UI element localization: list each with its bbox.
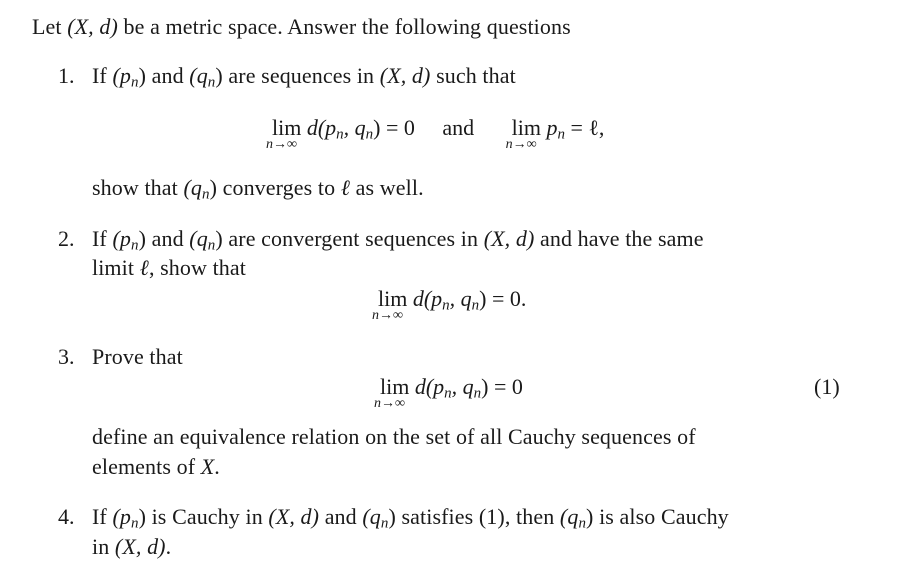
text: show that — [92, 175, 184, 200]
question-4-line-2: in (X, d). — [92, 534, 171, 560]
subscript: n — [336, 126, 344, 143]
subscript: n — [130, 515, 139, 532]
sequence-p: (p — [112, 226, 131, 251]
question-number: 1. — [58, 63, 75, 88]
metric-space-symbol: (X, d) — [379, 63, 431, 88]
subscript: n — [201, 186, 210, 203]
math: ) = 0. — [479, 286, 527, 311]
subscript: n — [130, 237, 139, 254]
text: elements of — [92, 454, 201, 479]
question-number: 4. — [58, 504, 75, 529]
question-3-line-3: elements of X. — [92, 454, 220, 480]
text: . — [165, 534, 172, 559]
equation-label: (1) — [814, 374, 840, 399]
math: ) = 0 — [481, 374, 523, 399]
text: and — [146, 226, 190, 251]
question-1-line-1: If (pn) and (qn) are sequences in (X, d)… — [92, 63, 516, 91]
question-number: 3. — [58, 344, 75, 369]
display-equation: lim n→∞ d(pn, qn) = 0. — [372, 286, 527, 323]
question-3-line-2: define an equivalence relation on the se… — [92, 424, 696, 449]
text: is Cauchy in — [146, 504, 269, 529]
intro-text: Let — [32, 14, 68, 39]
paren: ) — [138, 226, 146, 251]
paren: ) — [215, 226, 223, 251]
question-number: 2. — [58, 226, 75, 251]
text: is also Cauchy — [593, 504, 729, 529]
text: If — [92, 226, 113, 251]
metric-space-symbol: (X, d) — [483, 226, 535, 251]
limit-symbol: ℓ — [340, 175, 351, 200]
sequence-p: (p — [112, 504, 131, 529]
metric-space-symbol: (X, d) — [114, 534, 166, 559]
limit-subscript: n→∞ — [266, 137, 297, 152]
display-equation: lim n→∞ d(pn, qn) = 0 — [374, 374, 523, 411]
metric-space-symbol: (X, d) — [268, 504, 320, 529]
sequence-q: (q — [362, 504, 381, 529]
paren: ) — [138, 504, 146, 529]
math: , q — [449, 286, 472, 311]
math: p — [546, 115, 558, 140]
sequence-q: (q — [189, 63, 208, 88]
question-4-line-1: If (pn) is Cauchy in (X, d) and (qn) sat… — [92, 504, 729, 532]
text: If — [92, 63, 113, 88]
paren: ) — [138, 63, 146, 88]
text: satisfies (1), then — [395, 504, 560, 529]
connector-text: and — [442, 115, 475, 140]
math: ) = 0 — [373, 115, 415, 140]
limit-subscript: n→∞ — [374, 396, 405, 411]
question-2-line-1: If (pn) and (qn) are convergent sequence… — [92, 226, 704, 254]
limit-operator: lim n→∞ — [372, 286, 407, 323]
intro-line: Let (X, d) be a metric space. Answer the… — [32, 14, 571, 40]
text: as well. — [350, 175, 424, 200]
math: d(p — [412, 286, 443, 311]
sequence-q: (q — [183, 175, 202, 200]
intro-text: be a metric space. Answer the following … — [117, 14, 571, 39]
text: . — [214, 454, 220, 479]
math: d(p — [414, 374, 445, 399]
paren: ) — [209, 175, 217, 200]
text: are convergent sequences in — [222, 226, 484, 251]
math: d(p — [306, 115, 337, 140]
limit-operator: lim n→∞ — [506, 115, 541, 152]
metric-space-symbol: (X, d) — [67, 14, 118, 39]
display-equation: lim n→∞ d(pn, qn) = 0 and lim n→∞ pn = ℓ, — [266, 115, 605, 152]
question-3-line-1: Prove that — [92, 344, 183, 369]
question-1-line-2: show that (qn) converges to ℓ as well. — [92, 175, 424, 203]
text: are sequences in — [222, 63, 380, 88]
text: If — [92, 504, 113, 529]
math: = ℓ, — [564, 115, 605, 140]
subscript: n — [557, 126, 565, 143]
limit-operator: lim n→∞ — [374, 374, 409, 411]
set-symbol: X — [200, 454, 215, 479]
subscript: n — [578, 515, 587, 532]
sequence-p: (p — [112, 63, 131, 88]
paren: ) — [215, 63, 223, 88]
subscript: n — [442, 297, 450, 314]
math: , q — [451, 374, 474, 399]
text: converges to — [217, 175, 341, 200]
text: in — [92, 534, 115, 559]
text: and — [319, 504, 363, 529]
paren: ) — [388, 504, 396, 529]
text: such that — [430, 63, 516, 88]
subscript: n — [130, 74, 139, 91]
question-2-line-2: limit ℓ, show that — [92, 255, 246, 281]
sequence-q: (q — [189, 226, 208, 251]
text: limit — [92, 255, 140, 280]
subscript: n — [444, 385, 452, 402]
limit-operator: lim n→∞ — [266, 115, 301, 152]
limit-subscript: n→∞ — [372, 308, 403, 323]
text: and have the same — [534, 226, 704, 251]
limit-symbol: ℓ — [139, 255, 149, 280]
text: , show that — [148, 255, 246, 280]
sequence-q: (q — [559, 504, 579, 529]
limit-subscript: n→∞ — [505, 137, 537, 152]
text: and — [146, 63, 190, 88]
math: , q — [343, 115, 366, 140]
